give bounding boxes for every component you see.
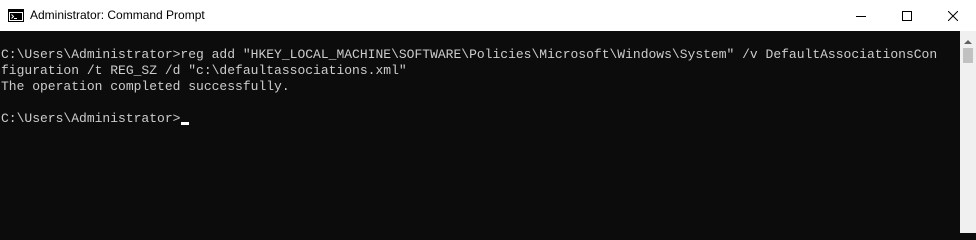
window-title: Administrator: Command Prompt (30, 8, 205, 22)
close-icon (948, 10, 958, 21)
console-line-command-continued: figuration /t REG_SZ /d "c:\defaultassoc… (1, 63, 407, 78)
cmd-icon[interactable] (8, 9, 24, 22)
close-button[interactable] (930, 0, 976, 31)
console-line-command: C:\Users\Administrator>reg add "HKEY_LOC… (1, 47, 938, 62)
maximize-button[interactable] (884, 0, 930, 31)
text-cursor (181, 122, 190, 125)
console-prompt-line[interactable]: C:\Users\Administrator> (1, 111, 190, 127)
maximize-icon (902, 10, 912, 21)
scroll-thumb[interactable] (963, 48, 973, 63)
scroll-up-arrow-icon (964, 31, 972, 49)
command-prompt-window: Administrator: Command Prompt C:\Users\A… (0, 0, 976, 233)
scroll-up-button[interactable] (960, 31, 976, 48)
minimize-icon (856, 11, 866, 21)
minimize-button[interactable] (838, 0, 884, 31)
vertical-scrollbar[interactable] (960, 31, 976, 233)
console-prompt: C:\Users\Administrator> (1, 111, 181, 126)
console-line-result: The operation completed successfully. (1, 79, 290, 94)
console-output[interactable]: C:\Users\Administrator>reg add "HKEY_LOC… (0, 31, 960, 233)
title-bar[interactable]: Administrator: Command Prompt (0, 0, 976, 31)
